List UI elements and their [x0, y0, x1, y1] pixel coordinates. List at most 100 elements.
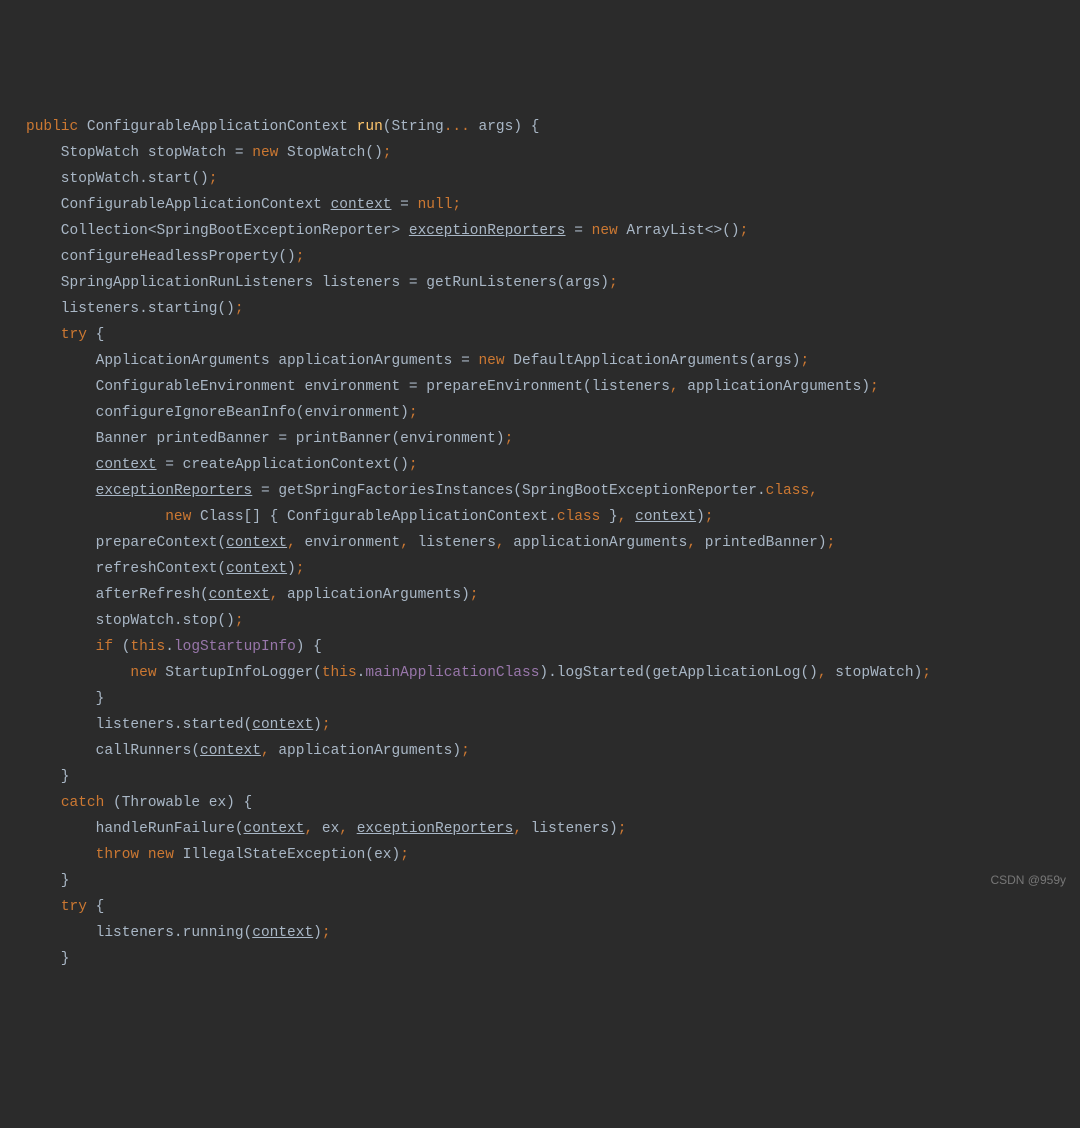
code-token-plain: } — [26, 951, 70, 967]
code-token-field: logStartupInfo — [174, 639, 296, 655]
code-line[interactable]: ApplicationArguments applicationArgument… — [26, 348, 1080, 374]
code-line[interactable]: configureHeadlessProperty(); — [26, 244, 1080, 270]
code-token-kw: ; — [800, 353, 809, 369]
code-token-plain: applicationArguments) — [278, 587, 469, 603]
code-line[interactable]: stopWatch.start(); — [26, 166, 1080, 192]
code-line[interactable]: throw new IllegalStateException(ex); — [26, 842, 1080, 868]
code-token-plain: Class[] { ConfigurableApplicationContext… — [191, 509, 556, 525]
code-token-kw: ; — [505, 431, 514, 447]
code-token-kw: new — [252, 145, 278, 161]
code-token-kw: new — [130, 665, 156, 681]
code-token-kw: ; — [409, 457, 418, 473]
code-token-plain: listeners.started( — [26, 717, 252, 733]
code-line[interactable]: handleRunFailure(context, ex, exceptionR… — [26, 816, 1080, 842]
code-token-plain: Banner printedBanner = printBanner(envir… — [26, 431, 505, 447]
code-line[interactable]: ConfigurableApplicationContext context =… — [26, 192, 1080, 218]
code-token-kw: ; — [922, 665, 931, 681]
code-line[interactable]: Banner printedBanner = printBanner(envir… — [26, 426, 1080, 452]
code-token-kw: catch — [61, 795, 105, 811]
code-token-und: context — [209, 587, 270, 603]
code-token-kw: ; — [705, 509, 714, 525]
code-token-plain — [26, 847, 96, 863]
code-line[interactable]: StopWatch stopWatch = new StopWatch(); — [26, 140, 1080, 166]
code-token-kw: ; — [409, 405, 418, 421]
code-line[interactable]: prepareContext(context, environment, lis… — [26, 530, 1080, 556]
code-token-plain: ArrayList<>() — [618, 223, 740, 239]
code-line[interactable]: if (this.logStartupInfo) { — [26, 634, 1080, 660]
code-token-kw: new — [478, 353, 504, 369]
code-token-kw: ; — [209, 171, 218, 187]
code-token-plain: = createApplicationContext() — [157, 457, 409, 473]
code-token-kw: ; — [740, 223, 749, 239]
code-token-kw: , — [818, 665, 827, 681]
code-line[interactable]: } — [26, 946, 1080, 972]
code-line[interactable]: catch (Throwable ex) { — [26, 790, 1080, 816]
code-token-kw: class — [557, 509, 601, 525]
code-line[interactable]: try { — [26, 894, 1080, 920]
code-token-plain: ) — [313, 925, 322, 941]
code-token-plain: args) { — [470, 119, 540, 135]
code-line[interactable]: refreshContext(context); — [26, 556, 1080, 582]
code-token-plain: ConfigurableEnvironment environment = pr… — [26, 379, 670, 395]
code-line[interactable]: configureIgnoreBeanInfo(environment); — [26, 400, 1080, 426]
code-token-plain: ApplicationArguments applicationArgument… — [26, 353, 478, 369]
code-line[interactable]: SpringApplicationRunListeners listeners … — [26, 270, 1080, 296]
code-token-kw: , — [304, 821, 313, 837]
code-token-kw: ; — [383, 145, 392, 161]
code-token-kw: ; — [870, 379, 879, 395]
code-token-plain — [26, 899, 61, 915]
code-line[interactable]: } — [26, 764, 1080, 790]
code-token-plain: DefaultApplicationArguments(args) — [505, 353, 801, 369]
code-token-kw: ; — [296, 561, 305, 577]
code-line[interactable]: ConfigurableEnvironment environment = pr… — [26, 374, 1080, 400]
code-token-plain: { — [87, 899, 104, 915]
code-token-kw: ; — [296, 249, 305, 265]
code-line[interactable]: callRunners(context, applicationArgument… — [26, 738, 1080, 764]
code-line[interactable]: public ConfigurableApplicationContext ru… — [26, 114, 1080, 140]
code-token-plain: SpringApplicationRunListeners listeners … — [26, 275, 609, 291]
code-token-kw: , — [339, 821, 348, 837]
code-token-kw: try — [61, 327, 87, 343]
code-token-kw: , — [687, 535, 696, 551]
code-token-plain: } — [26, 691, 104, 707]
code-token-plain: StopWatch stopWatch = — [26, 145, 252, 161]
code-line[interactable]: } — [26, 868, 1080, 894]
code-token-kw: , — [670, 379, 679, 395]
code-token-und: context — [226, 535, 287, 551]
code-line[interactable]: } — [26, 686, 1080, 712]
code-token-plain: (Throwable ex) { — [104, 795, 252, 811]
code-line[interactable]: afterRefresh(context, applicationArgumen… — [26, 582, 1080, 608]
code-token-und: exceptionReporters — [409, 223, 566, 239]
code-token-plain — [26, 639, 96, 655]
code-token-plain — [26, 327, 61, 343]
code-token-plain: ) — [696, 509, 705, 525]
code-token-plain: StartupInfoLogger( — [157, 665, 322, 681]
code-line[interactable]: try { — [26, 322, 1080, 348]
code-line[interactable]: Collection<SpringBootExceptionReporter> … — [26, 218, 1080, 244]
code-line[interactable]: context = createApplicationContext(); — [26, 452, 1080, 478]
code-line[interactable]: exceptionReporters = getSpringFactoriesI… — [26, 478, 1080, 504]
code-token-kw: ; — [609, 275, 618, 291]
code-token-plain: environment — [296, 535, 400, 551]
code-line[interactable]: listeners.running(context); — [26, 920, 1080, 946]
code-token-plain: } — [26, 873, 70, 889]
code-token-kw: try — [61, 899, 87, 915]
code-token-plain: callRunners( — [26, 743, 200, 759]
code-token-plain: ) { — [296, 639, 322, 655]
code-line[interactable]: new StartupInfoLogger(this.mainApplicati… — [26, 660, 1080, 686]
code-token-kw: throw new — [96, 847, 174, 863]
code-line[interactable]: stopWatch.stop(); — [26, 608, 1080, 634]
code-token-plain: = getSpringFactoriesInstances(SpringBoot… — [252, 483, 765, 499]
code-line[interactable]: new Class[] { ConfigurableApplicationCon… — [26, 504, 1080, 530]
code-line[interactable]: listeners.starting(); — [26, 296, 1080, 322]
code-token-plain: printedBanner) — [696, 535, 827, 551]
code-line[interactable]: listeners.started(context); — [26, 712, 1080, 738]
code-token-und: context — [244, 821, 305, 837]
code-token-und: context — [226, 561, 287, 577]
code-token-plain: applicationArguments) — [270, 743, 461, 759]
code-token-plain — [26, 795, 61, 811]
code-token-kw: ; — [322, 717, 331, 733]
code-token-plain: = — [391, 197, 417, 213]
code-token-plain: { — [87, 327, 104, 343]
code-editor[interactable]: public ConfigurableApplicationContext ru… — [26, 114, 1080, 972]
